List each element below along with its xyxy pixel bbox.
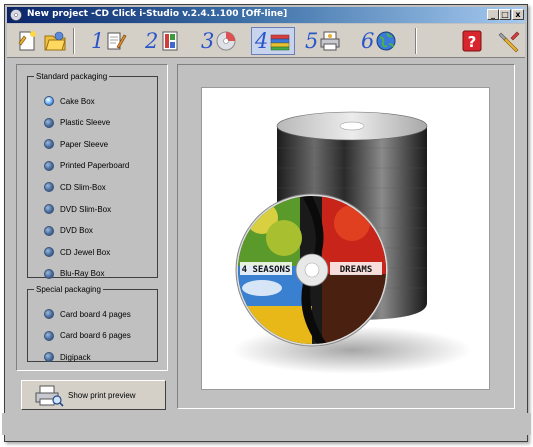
step-6-number: 6 [361,29,375,53]
disc-text-left: 4 SEASONS [242,265,291,275]
open-project-button[interactable] [43,27,67,55]
special-packaging-legend: Special packaging [36,285,101,294]
radio-button[interactable] [44,330,54,341]
disc-text-right: DREAMS [340,265,373,275]
packaging-option-paper-sleeve[interactable]: Paper Sleeve [44,138,108,150]
radio-button[interactable] [44,225,54,236]
radio-button[interactable] [44,352,54,362]
packaging-option-label: Card board 4 pages [60,309,131,319]
packaging-option-dvd-slim-box[interactable]: DVD Slim-Box [44,203,111,215]
radio-button[interactable] [44,96,54,106]
open-project-icon [44,31,66,51]
step-5-button[interactable]: 5 [305,27,341,55]
packaging-option-dvd-box[interactable]: DVD Box [44,225,93,237]
layout-icon [162,31,178,51]
step-5-number: 5 [305,29,319,53]
edit-text-icon [107,32,127,50]
packaging-option-card-board-4-pages[interactable]: Card board 4 pages [44,308,131,320]
packaging-option-label: Blu-Ray Box [60,269,105,279]
step-3-number: 3 [201,29,215,53]
radio-button[interactable] [44,160,54,171]
svg-text:?: ? [468,33,477,51]
packaging-option-label: Paper Sleeve [60,139,109,149]
packaging-icon [271,34,290,51]
radio-button[interactable] [44,139,54,150]
radio-button[interactable] [44,117,54,128]
window-title: New project -CD Click i-Studio v.2.4.1.1… [27,9,288,19]
packaging-option-cd-jewel-box[interactable]: CD Jewel Box [44,246,110,258]
packaging-option-card-board-6-pages[interactable]: Card board 6 pages [44,330,131,342]
step-2-button[interactable]: 2 [145,27,181,55]
preview-canvas: 4 SEASONS DREAMS [201,87,490,390]
step-3-button[interactable]: 3 [201,27,237,55]
cd-paint-icon [216,31,236,51]
toolbar: 1 2 3 4 5 6 ? [7,24,525,58]
radio-button[interactable] [44,204,54,214]
special-packaging-group: Special packaging Card board 4 pages Card… [27,285,158,362]
packaging-option-label: Plastic Sleeve [60,118,111,128]
help-icon: ? [462,30,482,52]
print-preview-label: Show print preview [68,390,136,400]
packaging-option-label: Printed Paperboard [60,161,130,171]
web-globe-icon [376,31,396,51]
packaging-option-cd-slim-box[interactable]: CD Slim-Box [44,181,106,193]
packaging-option-label: Cake Box [60,96,95,106]
packaging-option-label: CD Jewel Box [60,247,111,257]
standard-packaging-group: Standard packaging Cake Box Plastic Sleev… [27,72,158,280]
packaging-option-label: DVD Box [60,226,93,236]
packaging-option-cake-box[interactable]: Cake Box [44,95,95,107]
minimize-button[interactable]: _ [487,9,499,20]
step-2-number: 2 [145,29,159,53]
settings-tools-button[interactable] [497,27,521,55]
standard-packaging-legend: Standard packaging [36,72,108,81]
new-project-icon [18,31,36,51]
packaging-option-printed-paperboard[interactable]: Printed Paperboard [44,160,129,172]
new-project-button[interactable] [15,27,39,55]
radio-button[interactable] [44,268,54,279]
packaging-option-blu-ray-box[interactable]: Blu-Ray Box [44,268,104,280]
show-print-preview-button[interactable]: Show print preview [21,380,166,410]
close-button[interactable]: x [512,9,524,20]
toolbar-separator [73,28,75,54]
help-button[interactable]: ? [461,27,483,55]
toolbar-separator [415,28,417,54]
step-4-number: 4 [255,29,269,53]
packaging-option-label: DVD Slim-Box [60,204,112,214]
status-bar [2,413,531,435]
print-preview-icon [35,385,64,407]
step-1-number: 1 [91,29,105,53]
packaging-option-label: CD Slim-Box [60,182,106,192]
print-icon [320,31,340,51]
radio-button[interactable] [44,309,54,319]
step-6-button[interactable]: 6 [361,27,397,55]
maximize-button[interactable]: □ [499,9,511,20]
packaging-option-label: Card board 6 pages [60,331,131,340]
packaging-option-digipack[interactable]: Digipack [44,351,91,363]
radio-button[interactable] [44,247,54,258]
radio-button[interactable] [44,182,54,193]
step-4-button[interactable]: 4 [251,27,296,55]
step-1-button[interactable]: 1 [91,27,127,55]
title-bar[interactable]: New project -CD Click i-Studio v.2.4.1.1… [7,7,525,23]
packaging-option-plastic-sleeve[interactable]: Plastic Sleeve [44,117,110,129]
app-cd-icon [10,9,22,21]
settings-tools-icon [498,31,520,53]
cake-box-preview-image: 4 SEASONS DREAMS [232,111,472,374]
packaging-option-label: Digipack [60,352,91,362]
